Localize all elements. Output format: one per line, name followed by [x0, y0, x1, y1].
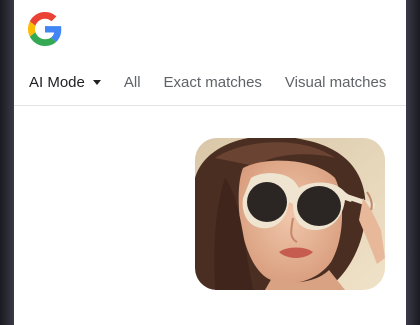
chevron-down-icon[interactable] — [92, 79, 101, 85]
app-screen: AI Mode All Exact matches Visual matches — [14, 0, 406, 325]
tab-all-label: All — [123, 73, 141, 91]
tabs-divider — [14, 105, 406, 106]
google-logo-icon[interactable] — [28, 12, 62, 46]
tab-ai-mode-label: AI Mode — [29, 73, 85, 91]
search-tabs: AI Mode All Exact matches Visual matches — [14, 62, 406, 102]
tab-all[interactable]: All — [124, 74, 141, 91]
tab-exact-matches[interactable]: Exact matches — [164, 74, 262, 91]
tab-visual-matches-label: Visual matches — [284, 73, 387, 91]
device-frame-right — [406, 0, 420, 325]
tab-visual-matches[interactable]: Visual matches — [285, 74, 386, 91]
tab-ai-mode[interactable]: AI Mode — [29, 74, 101, 91]
device-frame-left — [0, 0, 14, 325]
tab-exact-matches-label: Exact matches — [163, 73, 262, 91]
query-photo[interactable] — [195, 138, 385, 290]
